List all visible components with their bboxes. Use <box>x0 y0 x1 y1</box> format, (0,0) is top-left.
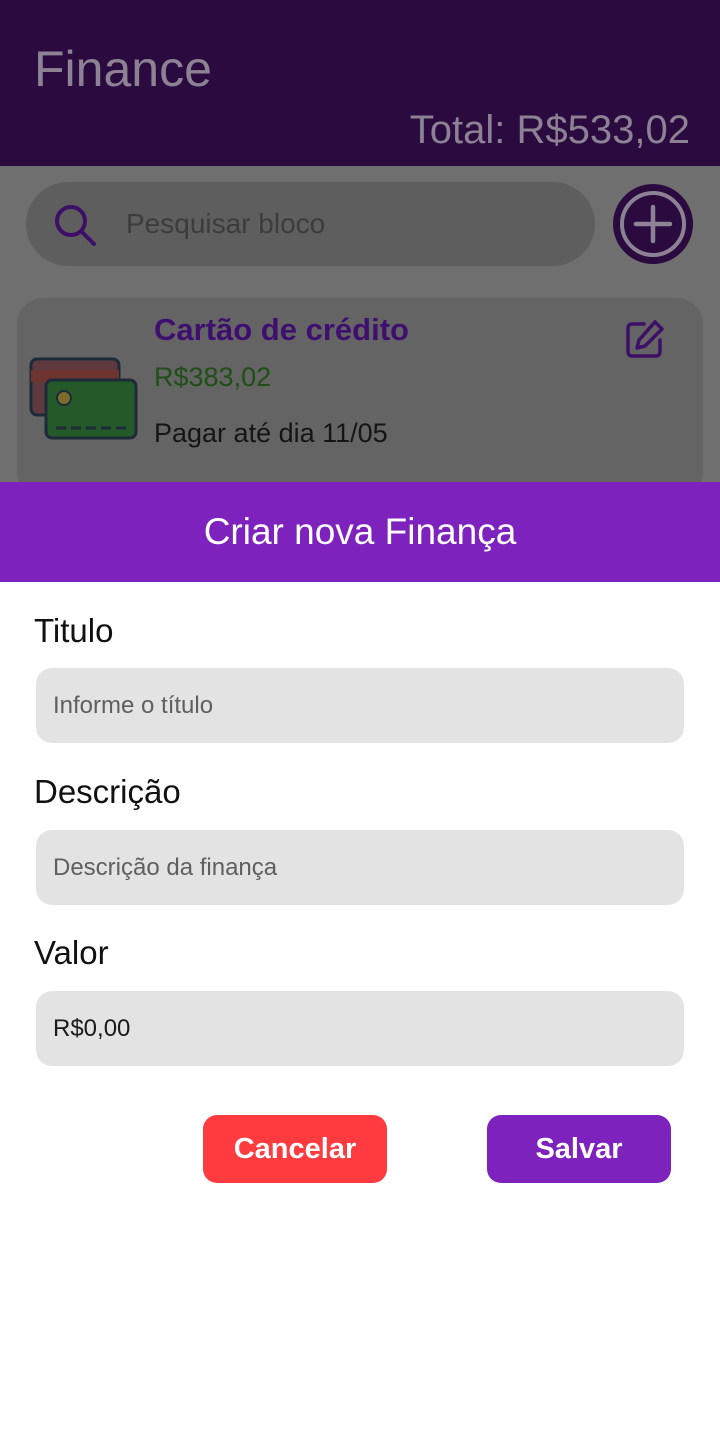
card-title: Cartão de crédito <box>154 312 409 347</box>
title-input[interactable]: Informe o título <box>36 668 684 743</box>
value-label: Valor <box>34 934 109 971</box>
screen: Finance Total: R$533,02 Pesquisar bloco … <box>0 0 720 1448</box>
search-icon <box>55 205 96 246</box>
search-input[interactable]: Pesquisar bloco <box>126 208 325 240</box>
value-input-text: R$0,00 <box>53 1014 131 1042</box>
modal-header: Criar nova Finança <box>0 482 720 582</box>
card-due-date: Pagar até dia 11/05 <box>154 418 388 448</box>
description-label: Descrição <box>34 773 181 810</box>
save-button[interactable]: Salvar <box>487 1115 671 1183</box>
title-input-placeholder: Informe o título <box>53 691 214 719</box>
card-value: R$383,02 <box>154 362 272 392</box>
modal-title: Criar nova Finança <box>203 511 517 552</box>
title-label: Titulo <box>34 612 114 649</box>
app-title: Finance <box>34 41 212 97</box>
total-balance: Total: R$533,02 <box>409 108 690 152</box>
description-input[interactable]: Descrição da finança <box>36 830 684 905</box>
value-input[interactable]: R$0,00 <box>36 991 684 1066</box>
credit-cards-icon <box>29 357 138 440</box>
cancel-button[interactable]: Cancelar <box>203 1115 387 1183</box>
edit-icon[interactable] <box>624 318 666 360</box>
add-button[interactable] <box>611 182 695 266</box>
description-input-placeholder: Descrição da finança <box>53 853 278 881</box>
